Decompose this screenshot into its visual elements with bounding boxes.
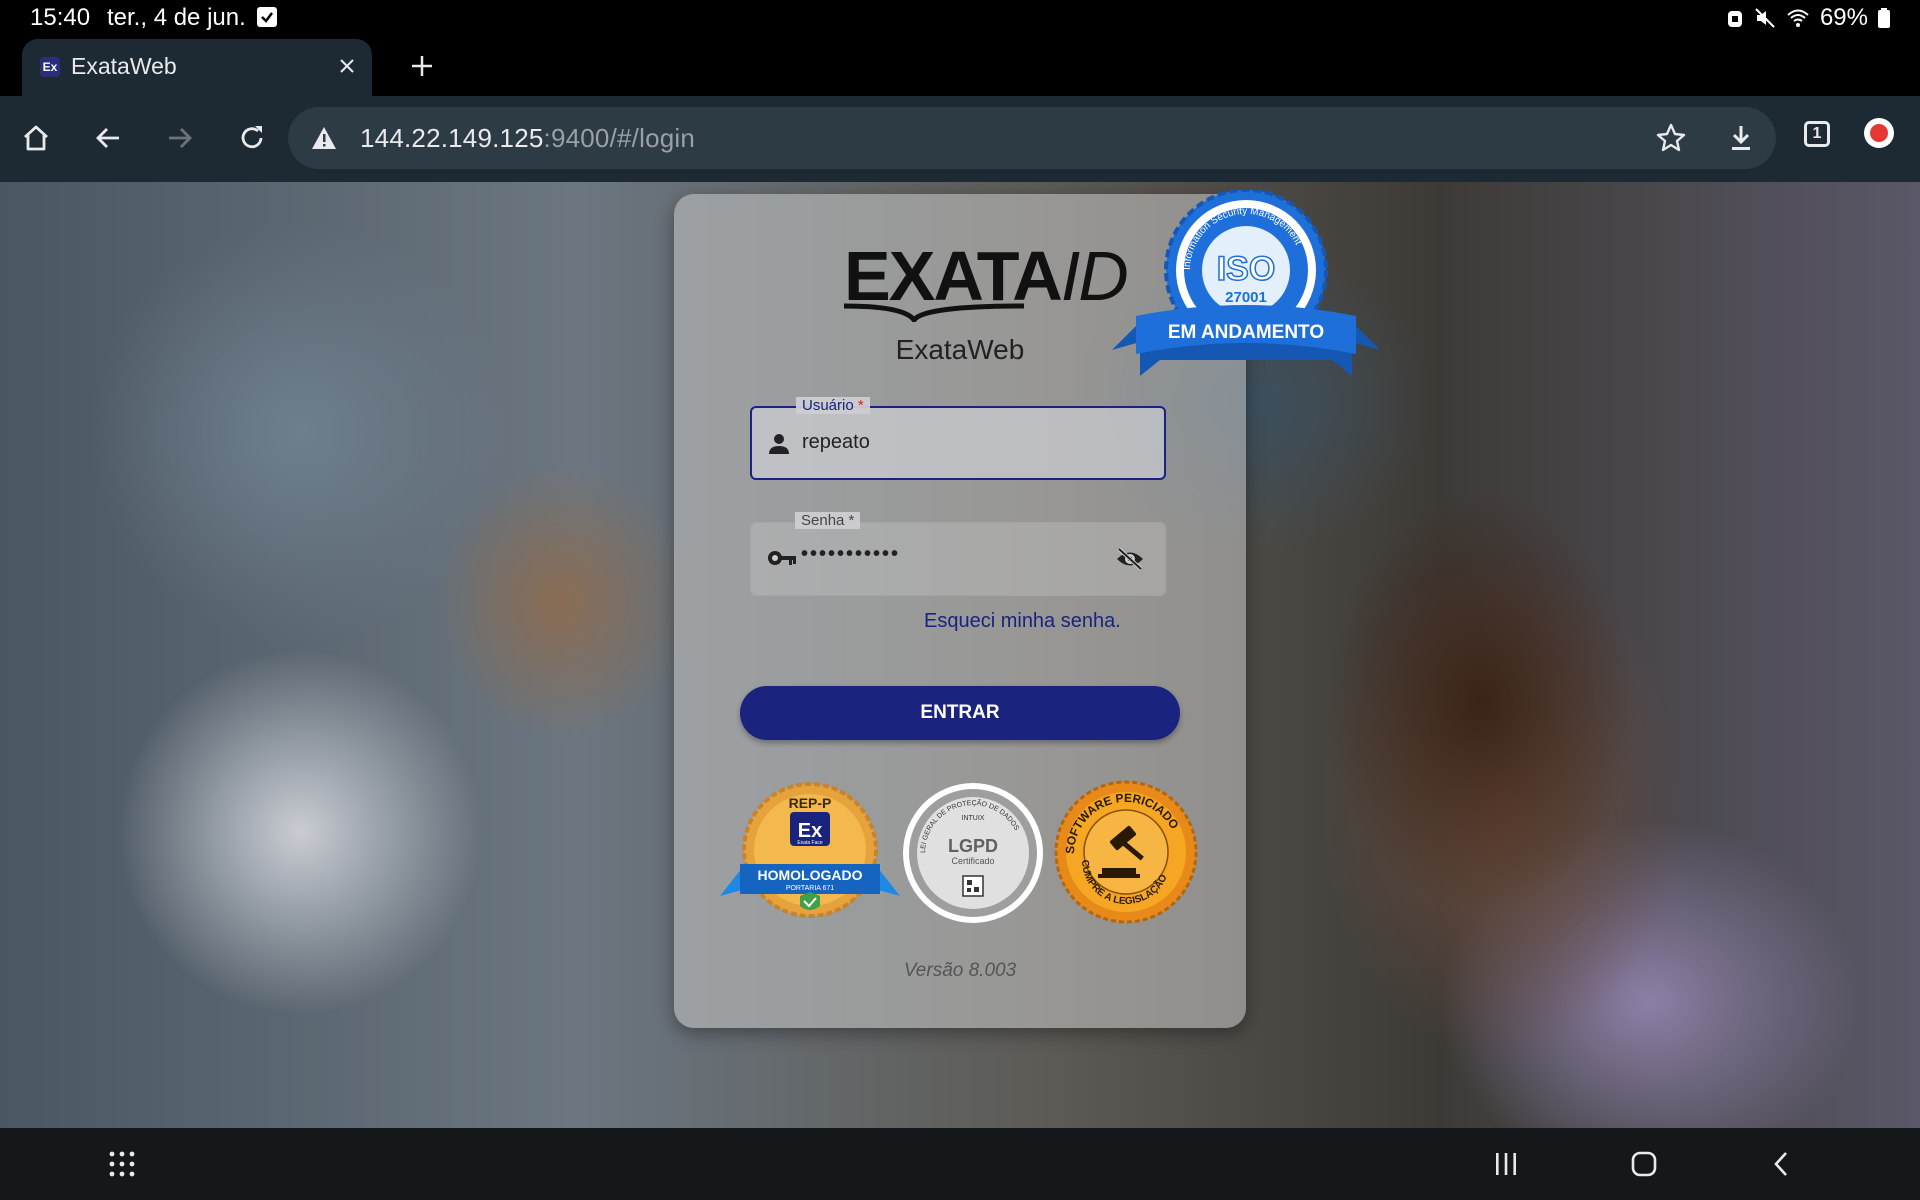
- rep-p-logo-sub-text: Exata Face: [797, 840, 823, 846]
- back-icon[interactable]: [88, 118, 128, 158]
- url-path: :9400/#/login: [543, 123, 696, 153]
- reload-icon[interactable]: [232, 118, 272, 158]
- alarm-icon: [1727, 11, 1742, 27]
- password-field[interactable]: Senha * •••••••••••: [750, 512, 1166, 596]
- url-text: 144.22.149.125:9400/#/login: [360, 123, 695, 154]
- mute-icon: [1755, 8, 1775, 28]
- download-icon[interactable]: [1724, 121, 1758, 155]
- apps-grid-icon[interactable]: [102, 1144, 142, 1184]
- forward-icon[interactable]: [160, 118, 200, 158]
- bookmark-star-icon[interactable]: [1654, 121, 1688, 155]
- rep-p-ribbon-text: HOMOLOGADO: [758, 867, 863, 883]
- logo-swoosh-icon: [844, 303, 1024, 322]
- home-icon[interactable]: [16, 118, 56, 158]
- status-icons: 69%: [1726, 4, 1890, 32]
- lgpd-sub-text: Certificado: [951, 856, 994, 866]
- tab-title: ExataWeb: [71, 53, 177, 79]
- lgpd-brand-text: INTUIX: [962, 815, 985, 822]
- forgot-password-link[interactable]: Esqueci minha senha.: [924, 610, 1121, 633]
- password-input[interactable]: •••••••••••: [801, 543, 900, 566]
- rep-p-top-text: REP-P: [789, 795, 832, 811]
- back-nav-icon[interactable]: [1762, 1144, 1802, 1184]
- version-text: Versão 8.003: [903, 960, 1017, 981]
- wifi-icon: [1787, 9, 1809, 27]
- iso-number-text: 27001: [1225, 289, 1267, 306]
- new-tab-icon[interactable]: [404, 48, 440, 84]
- iso-main-text: ISO: [1217, 250, 1276, 288]
- address-bar[interactable]: 144.22.149.125:9400/#/login: [288, 107, 1776, 169]
- key-icon: [767, 548, 797, 573]
- status-time: 15:40: [30, 4, 91, 31]
- lgpd-certificado-badge: LEI GERAL DE PROTEÇÃO DE DADOS INTUIX LG…: [903, 783, 1043, 923]
- battery-icon: [1878, 8, 1890, 28]
- iso-ribbon-text: EM ANDAMENTO: [1168, 322, 1324, 343]
- enter-button[interactable]: ENTRAR: [740, 686, 1180, 740]
- user-icon: [768, 433, 790, 460]
- browser-tab[interactable]: Ex ExataWeb: [22, 39, 372, 96]
- tab-favicon-icon: Ex: [40, 57, 60, 77]
- not-secure-warning-icon[interactable]: [310, 125, 338, 151]
- rep-p-homologado-badge: REP-P Ex Exata Face HOMOLOGADO PORTARIA …: [720, 782, 900, 918]
- url-host: 144.22.149.125: [360, 123, 544, 153]
- iso-27001-badge: Information Security Management ISO 2700…: [1112, 190, 1380, 376]
- software-periciado-badge: SOFTWARE PERICIADO CUMPRE A LEGISLAÇÃO: [1054, 780, 1198, 924]
- rep-p-logo-text: Ex: [798, 820, 822, 842]
- status-bar: 15:40 ter., 4 de jun. 69%: [0, 0, 1920, 36]
- username-field[interactable]: Usuário * repeato: [750, 397, 1166, 480]
- page-background: EXATAID ExataWeb Usuário * repeato Senha…: [0, 182, 1920, 1128]
- tab-strip: Ex ExataWeb: [0, 36, 1920, 96]
- home-nav-icon[interactable]: [1624, 1144, 1664, 1184]
- browser-toolbar: 144.22.149.125:9400/#/login 1: [0, 96, 1920, 182]
- close-tab-icon[interactable]: [332, 51, 362, 81]
- lgpd-main-text: LGPD: [948, 836, 998, 856]
- username-input[interactable]: repeato: [802, 431, 870, 454]
- toggle-password-visibility-icon[interactable]: [1115, 547, 1145, 576]
- profile-extension-icon[interactable]: [1864, 118, 1894, 148]
- tab-switcher-button[interactable]: 1: [1804, 121, 1830, 147]
- system-nav-bar: [0, 1128, 1920, 1200]
- username-label: Usuário *: [796, 397, 870, 414]
- rep-p-sub-text: PORTARIA 671: [786, 885, 834, 892]
- battery-percent: 69%: [1819, 4, 1868, 31]
- recent-apps-icon[interactable]: [1486, 1144, 1526, 1184]
- status-date: ter., 4 de jun.: [107, 4, 246, 31]
- checkbox-notification-icon: [257, 7, 277, 27]
- password-label: Senha *: [795, 512, 861, 529]
